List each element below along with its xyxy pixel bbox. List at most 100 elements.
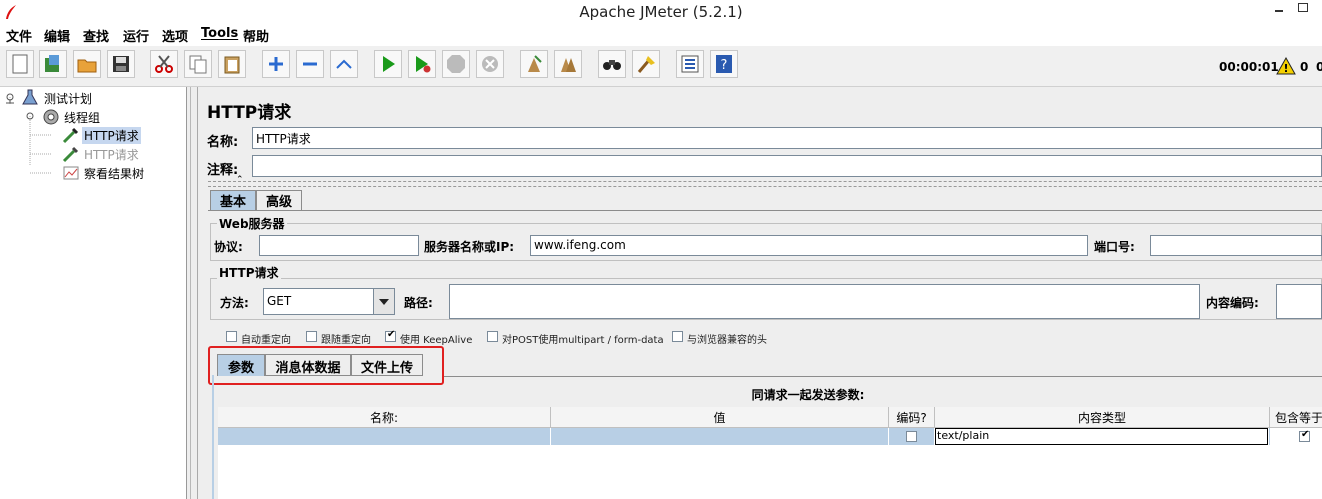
- start-no-pause-icon[interactable]: [408, 50, 436, 78]
- menu-bar: 文件 编辑 查找 运行 选项 Tools 帮助: [0, 24, 1322, 46]
- reset-search-icon[interactable]: [632, 50, 660, 78]
- row-content-type-input[interactable]: text/plain: [935, 428, 1268, 445]
- auto-redirect-checkbox[interactable]: [226, 331, 237, 342]
- panel-title: HTTP请求: [207, 103, 292, 123]
- menu-file[interactable]: 文件: [6, 26, 32, 45]
- menu-help[interactable]: 帮助: [243, 26, 269, 45]
- thread-count: 0: [1316, 60, 1322, 74]
- multipart-checkbox[interactable]: [487, 331, 498, 342]
- encoding-input[interactable]: [1276, 284, 1322, 319]
- restore-button[interactable]: [1298, 3, 1308, 12]
- col-encode-header[interactable]: 编码?: [889, 409, 934, 426]
- tree-node-view-results-tree[interactable]: 察看结果树: [84, 165, 144, 182]
- results-tree-icon: [63, 166, 79, 180]
- test-plan-icon: [22, 89, 38, 105]
- stop-icon[interactable]: [442, 50, 470, 78]
- browser-headers-checkbox[interactable]: [672, 331, 683, 342]
- name-input[interactable]: HTTP请求: [252, 127, 1322, 149]
- svg-text:!: !: [1283, 62, 1288, 75]
- sampler-pipette-icon-disabled: [62, 146, 79, 163]
- method-value: GET: [267, 294, 292, 308]
- test-plan-tree: 测试计划 线程组 HTTP请求 HTTP请求 察看结果树: [0, 87, 187, 499]
- clear-icon[interactable]: [520, 50, 548, 78]
- templates-icon[interactable]: [39, 50, 67, 78]
- window-title: Apache JMeter (5.2.1): [579, 3, 743, 21]
- title-bar: Apache JMeter (5.2.1): [0, 0, 1322, 24]
- menu-run[interactable]: 运行: [123, 26, 149, 45]
- name-label: 名称:: [207, 135, 239, 150]
- tab-file-upload[interactable]: 文件上传: [351, 354, 423, 376]
- chevron-down-icon[interactable]: [373, 289, 394, 314]
- toolbar: ? 00:00:01 ! 0 0: [0, 46, 1322, 87]
- keepalive-label: 使用 KeepAlive: [400, 335, 473, 346]
- server-input[interactable]: www.ifeng.com: [530, 235, 1088, 256]
- new-icon[interactable]: [6, 50, 34, 78]
- tree-node-http-request-selected[interactable]: HTTP请求: [82, 127, 141, 144]
- tree-splitter[interactable]: [187, 87, 198, 499]
- tab-body-data[interactable]: 消息体数据: [265, 354, 351, 376]
- copy-icon[interactable]: [184, 50, 212, 78]
- col-name-header[interactable]: 名称:: [218, 409, 550, 426]
- search-icon[interactable]: [598, 50, 626, 78]
- clear-all-icon[interactable]: [554, 50, 582, 78]
- http-request-legend: HTTP请求: [217, 264, 281, 281]
- toggle-icon[interactable]: [330, 50, 358, 78]
- open-icon[interactable]: [73, 50, 101, 78]
- svg-text:?: ?: [721, 58, 728, 73]
- check-mark-icon: ✔: [387, 329, 396, 340]
- check-mark-icon: ✔: [1301, 429, 1310, 440]
- tree-node-thread-group[interactable]: 线程组: [64, 109, 100, 126]
- http-request-panel: HTTP请求 名称: HTTP请求 注释: ⌃ 基本 高级 Web服务器 协议:…: [198, 87, 1322, 499]
- keepalive-checkbox[interactable]: ✔: [385, 329, 396, 342]
- section-divider: [208, 181, 1322, 187]
- subtab-strip-line: [444, 376, 1322, 377]
- tab-basic[interactable]: 基本: [210, 190, 256, 211]
- thread-group-icon: [43, 109, 59, 125]
- menu-edit[interactable]: 编辑: [44, 26, 70, 45]
- protocol-label: 协议:: [214, 240, 243, 254]
- port-label: 端口号:: [1094, 240, 1135, 254]
- path-input[interactable]: [449, 284, 1200, 319]
- help-icon[interactable]: ?: [710, 50, 738, 78]
- follow-redirect-checkbox[interactable]: [306, 331, 317, 342]
- row-encode-checkbox[interactable]: [906, 431, 917, 442]
- comment-label: 注释:: [207, 163, 239, 178]
- comment-input[interactable]: [252, 155, 1322, 177]
- method-select[interactable]: GET: [263, 288, 395, 315]
- browser-headers-label: 与浏览器兼容的头: [687, 335, 767, 346]
- start-icon[interactable]: [374, 50, 402, 78]
- server-label: 服务器名称或IP:: [424, 240, 515, 254]
- tree-node-test-plan[interactable]: 测试计划: [44, 90, 92, 107]
- tree-node-http-request-disabled[interactable]: HTTP请求: [84, 146, 139, 163]
- tab-advanced[interactable]: 高级: [256, 190, 302, 211]
- collapse-arrow-icon[interactable]: ⌃: [236, 175, 244, 185]
- col-content-type-header[interactable]: 内容类型: [935, 409, 1269, 426]
- warning-count: 0: [1300, 60, 1309, 74]
- protocol-input[interactable]: [259, 235, 419, 256]
- menu-search[interactable]: 查找: [83, 26, 109, 45]
- save-icon[interactable]: [107, 50, 135, 78]
- warning-icon[interactable]: !: [1276, 57, 1296, 75]
- web-server-legend: Web服务器: [217, 215, 287, 232]
- minimize-button[interactable]: [1273, 2, 1285, 14]
- shutdown-icon[interactable]: [476, 50, 504, 78]
- params-table: 名称: 值 编码? 内容类型 包含等于 text/plain ✔: [218, 407, 1322, 499]
- tab-parameters[interactable]: 参数: [217, 354, 265, 376]
- col-include-equals-header[interactable]: 包含等于: [1275, 409, 1322, 426]
- auto-redirect-label: 自动重定向: [241, 335, 291, 346]
- tab-strip-line: [208, 210, 1322, 211]
- menu-tools[interactable]: Tools: [201, 26, 238, 41]
- elapsed-timer: 00:00:01: [1219, 60, 1279, 74]
- menu-options[interactable]: 选项: [162, 26, 188, 45]
- expand-icon[interactable]: [262, 50, 290, 78]
- row-include-equals-checkbox[interactable]: ✔: [1299, 429, 1310, 442]
- encoding-label: 内容编码:: [1206, 296, 1259, 310]
- paste-icon[interactable]: [218, 50, 246, 78]
- params-title: 同请求一起发送参数:: [751, 388, 865, 402]
- collapse-icon[interactable]: [296, 50, 324, 78]
- function-helper-icon[interactable]: [676, 50, 704, 78]
- cut-icon[interactable]: [150, 50, 178, 78]
- sampler-pipette-icon: [62, 127, 79, 144]
- port-input[interactable]: [1150, 235, 1322, 256]
- col-value-header[interactable]: 值: [551, 409, 888, 426]
